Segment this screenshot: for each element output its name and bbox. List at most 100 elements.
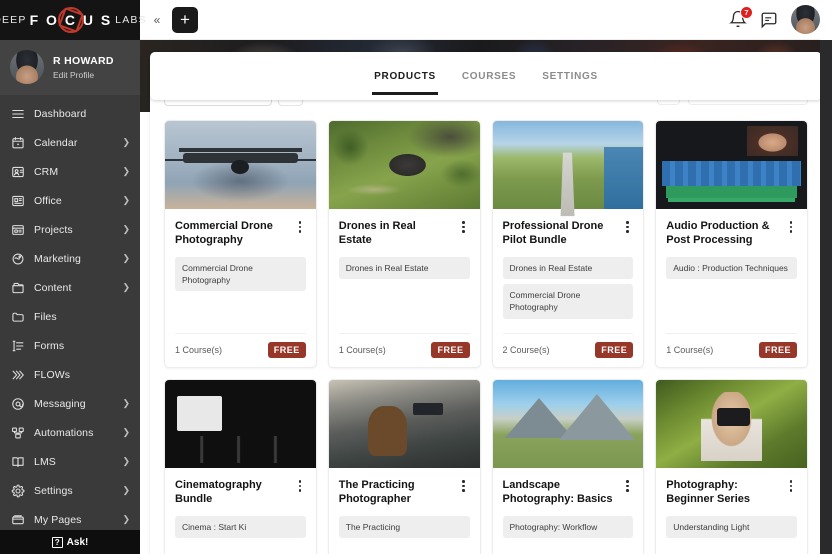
tag-list: The Practicing: [339, 516, 470, 538]
card-menu-icon[interactable]: [294, 220, 306, 234]
product-title: The Practicing Photographer: [339, 478, 452, 507]
tag-list: Photography: Workflow: [503, 516, 634, 538]
card-menu-icon[interactable]: [621, 479, 633, 493]
course-tag: Audio : Production Techniques: [666, 257, 797, 279]
automations-icon: [11, 426, 25, 440]
sidebar-item-automations[interactable]: Automations❯: [0, 418, 140, 447]
sidebar-item-marketing[interactable]: Marketing ❯: [0, 244, 140, 273]
profile-block[interactable]: R HOWARD Edit Profile: [0, 40, 140, 96]
product-thumbnail: [493, 380, 644, 468]
tab-products[interactable]: PRODUCTS: [372, 57, 438, 95]
sidebar-item-lms[interactable]: LMS❯: [0, 447, 140, 476]
card-body: The Practicing Photographer The Practicin…: [329, 468, 480, 554]
sidebar-item-messaging[interactable]: Messaging❯: [0, 389, 140, 418]
card-menu-icon[interactable]: [785, 479, 797, 493]
sidebar-item-office[interactable]: Office❯: [0, 186, 140, 215]
tag-list: Audio : Production Techniques: [666, 257, 797, 279]
sidebar-item-label: Marketing: [34, 253, 113, 265]
office-icon: [11, 194, 25, 208]
chevron-right-icon: ❯: [122, 428, 130, 437]
chevron-right-icon: ❯: [122, 138, 130, 147]
product-card[interactable]: Audio Production & Post ProcessingAudio …: [655, 120, 808, 368]
logo-deep-text: DEEP: [0, 14, 27, 26]
sidebar-item-flows[interactable]: FLOWs: [0, 360, 140, 389]
user-avatar[interactable]: [791, 5, 820, 34]
course-count: 2 Course(s): [503, 345, 550, 355]
chat-icon[interactable]: [760, 11, 778, 29]
product-thumbnail: [165, 380, 316, 468]
calendar-icon: [11, 136, 25, 150]
course-tag: Cinema : Start Ki: [175, 516, 306, 538]
product-thumbnail: [656, 121, 807, 209]
quick-add-button[interactable]: +: [172, 7, 198, 33]
pages-icon: [11, 513, 25, 527]
product-title: Drones in Real Estate: [339, 219, 452, 248]
product-card[interactable]: The Practicing Photographer The Practicin…: [328, 379, 481, 554]
sidebar-nav: DashboardCalendar❯CRM❯Office❯Projects❯Ma…: [0, 95, 140, 530]
card-menu-icon[interactable]: [785, 220, 797, 234]
card-menu-icon[interactable]: [458, 479, 470, 493]
projects-icon: [11, 223, 25, 237]
contact-card-icon: [11, 165, 25, 179]
sidebar-item-settings[interactable]: Settings❯: [0, 476, 140, 505]
product-card[interactable]: Commercial Drone PhotographyCommercial D…: [164, 120, 317, 368]
content-panel: + ADD PRODUCT: [150, 67, 822, 554]
card-menu-icon[interactable]: [458, 220, 470, 234]
profile-name: R HOWARD: [53, 55, 114, 68]
card-footer: 2 Course(s)FREE: [503, 333, 634, 367]
ask-label: Ask!: [67, 537, 89, 548]
gear-icon: [11, 484, 25, 498]
forms-icon: [11, 339, 25, 353]
book-icon: [11, 455, 25, 469]
sidebar-item-projects[interactable]: Projects❯: [0, 215, 140, 244]
chevron-right-icon: ❯: [122, 515, 130, 524]
sidebar-item-label: Files: [34, 311, 130, 323]
sidebar-item-my-pages[interactable]: My Pages❯: [0, 505, 140, 530]
chevron-right-icon: ❯: [122, 457, 130, 466]
sidebar-item-dashboard[interactable]: Dashboard: [0, 99, 140, 128]
edit-profile-link[interactable]: Edit Profile: [53, 70, 114, 80]
app-root: DEEP F O C U S LABS R HOWARD Edit Profil…: [0, 0, 832, 554]
card-menu-icon[interactable]: [294, 479, 306, 493]
sidebar-item-label: FLOWs: [34, 369, 130, 381]
app-logo[interactable]: DEEP F O C U S LABS: [0, 0, 140, 40]
sidebar-item-label: Projects: [34, 224, 113, 236]
course-tag: Drones in Real Estate: [503, 257, 634, 279]
ask-button[interactable]: ? Ask!: [0, 530, 140, 554]
product-card[interactable]: Drones in Real Estate Drones in Real Esta…: [328, 120, 481, 368]
card-body: Commercial Drone PhotographyCommercial D…: [165, 209, 316, 333]
card-menu-icon[interactable]: [621, 220, 633, 234]
price-badge: FREE: [268, 342, 306, 358]
notifications-button[interactable]: 7: [729, 10, 747, 30]
avatar: [10, 50, 44, 84]
sidebar-item-forms[interactable]: Forms: [0, 331, 140, 360]
course-tag: Drones in Real Estate: [339, 257, 470, 279]
card-body: Cinematography BundleCinema : Start Ki: [165, 468, 316, 554]
notification-badge: 7: [740, 6, 753, 19]
chevron-right-icon: ❯: [122, 254, 130, 263]
card-footer: 1 Course(s)FREE: [666, 333, 797, 367]
right-edge-strip: [820, 0, 832, 554]
sidebar-item-label: Settings: [34, 485, 113, 497]
sidebar-item-files[interactable]: Files: [0, 302, 140, 331]
product-card[interactable]: Landscape Photography: BasicsPhotography…: [492, 379, 645, 554]
tab-courses[interactable]: COURSES: [460, 57, 518, 95]
chevron-right-icon: ❯: [122, 399, 130, 408]
collapse-sidebar-icon[interactable]: «: [148, 7, 166, 33]
sidebar-item-label: CRM: [34, 166, 113, 178]
marketing-icon: [11, 252, 25, 266]
sidebar-item-content[interactable]: Content❯: [0, 273, 140, 302]
product-grid: Commercial Drone PhotographyCommercial D…: [164, 120, 808, 554]
sidebar: DEEP F O C U S LABS R HOWARD Edit Profil…: [0, 0, 140, 554]
tab-settings[interactable]: SETTINGS: [540, 57, 600, 95]
sidebar-item-label: Office: [34, 195, 113, 207]
tag-list: Cinema : Start Ki: [175, 516, 306, 538]
product-card[interactable]: Cinematography BundleCinema : Start Ki: [164, 379, 317, 554]
product-card[interactable]: Photography: Beginner SeriesUnderstandin…: [655, 379, 808, 554]
sidebar-item-calendar[interactable]: Calendar❯: [0, 128, 140, 157]
product-thumbnail: [329, 121, 480, 209]
sidebar-item-label: Content: [34, 282, 113, 294]
sidebar-item-crm[interactable]: CRM❯: [0, 157, 140, 186]
product-card[interactable]: Professional Drone Pilot BundleDrones in…: [492, 120, 645, 368]
question-icon: ?: [52, 537, 63, 548]
